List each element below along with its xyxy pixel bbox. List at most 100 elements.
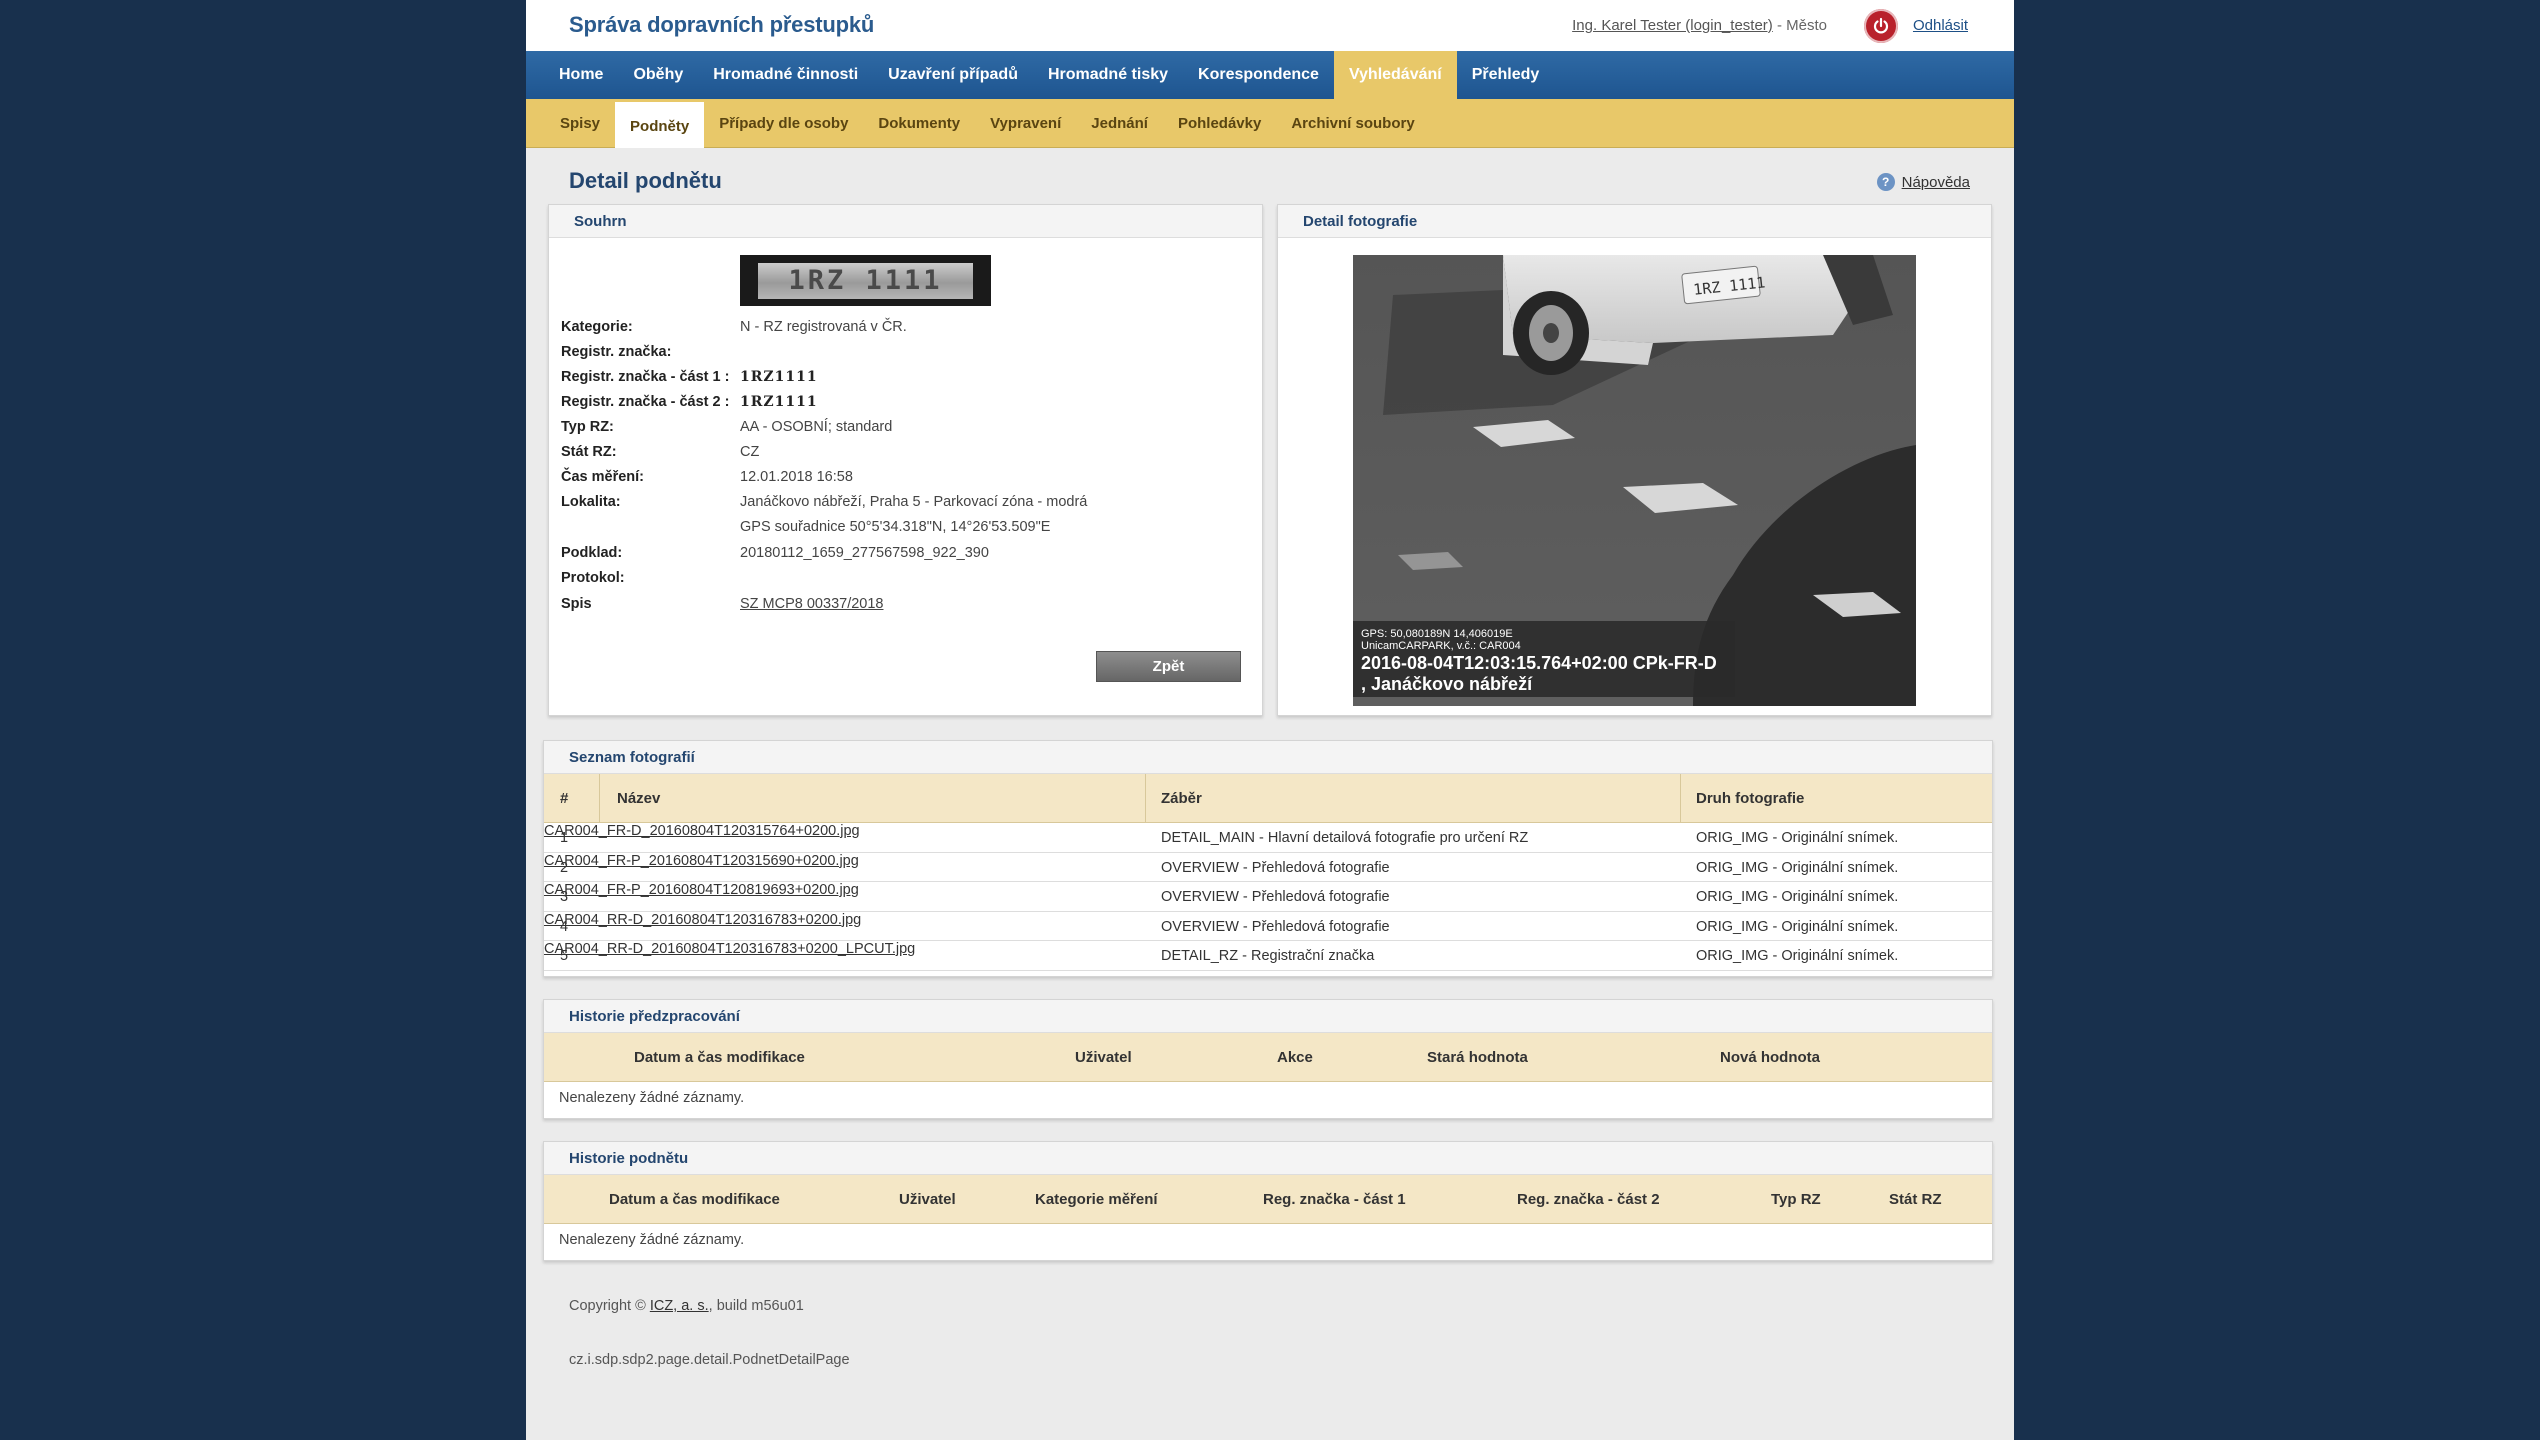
- subnav-vypraveni[interactable]: Vypravení: [975, 99, 1076, 148]
- main-nav: Home Oběhy Hromadné činnosti Uzavření př…: [526, 51, 2014, 99]
- summary-field-label: Registr. značka - část 1 :: [561, 369, 730, 385]
- back-button[interactable]: Zpět: [1096, 651, 1241, 682]
- photo-file-link[interactable]: CAR004_FR-D_20160804T120315764+0200.jpg: [544, 823, 860, 839]
- table-row: 3 CAR004_FR-P_20160804T120819693+0200.jpg…: [544, 882, 1992, 912]
- preprocessing-history-title: Historie předzpracování: [544, 1000, 1992, 1033]
- row-shot: OVERVIEW - Přehledová fotografie: [1161, 918, 1390, 935]
- report-history-title: Historie podnětu: [544, 1142, 1992, 1175]
- summary-field-label: Protokol:: [561, 570, 625, 586]
- preprocessing-history-header: Datum a čas modifikace Uživatel Akce Sta…: [544, 1033, 1992, 1082]
- photo-list-panel: Seznam fotografií # Název Záběr Druh fot…: [543, 740, 1993, 977]
- photo-list-title: Seznam fotografií: [544, 741, 1992, 774]
- help-icon[interactable]: ?: [1876, 173, 1895, 191]
- subnav-pohledavky[interactable]: Pohledávky: [1163, 99, 1276, 148]
- row-kind: ORIG_IMG - Originální snímek.: [1696, 859, 1899, 876]
- summary-panel: Souhrn 1RZ 1111 Kategorie: N - RZ registr…: [548, 204, 1263, 716]
- row-kind: ORIG_IMG - Originální snímek.: [1696, 918, 1899, 935]
- row-kind: ORIG_IMG - Originální snímek.: [1696, 830, 1899, 846]
- nav-vyhledavani[interactable]: Vyhledávání: [1333, 51, 1457, 99]
- summary-field-label: Typ RZ:: [561, 419, 614, 435]
- subnav-pripady-dle-osoby[interactable]: Případy dle osoby: [704, 99, 863, 148]
- summary-field-value: 12.01.2018 16:58: [740, 469, 853, 485]
- vehicle-photo-drawing: 1RZ 1111 GPS: 50,080189N 14,406019E Unic…: [1353, 255, 1916, 706]
- app-title[interactable]: Správa dopravních přestupků: [569, 12, 874, 38]
- nav-obehy[interactable]: Oběhy: [618, 51, 698, 99]
- col-new-value: Nová hodnota: [1720, 1049, 1820, 1066]
- row-shot: OVERVIEW - Přehledová fotografie: [1161, 889, 1390, 905]
- summary-field-label: Registr. značka - část 2 :: [561, 394, 730, 410]
- case-file-link[interactable]: SZ MCP8 00337/2018: [740, 596, 883, 612]
- row-kind: ORIG_IMG - Originální snímek.: [1696, 889, 1899, 905]
- summary-field-value: 1RZ1111: [740, 369, 818, 385]
- summary-field-label: Čas měření:: [561, 469, 645, 485]
- page-header: Detail podnětu ? Nápověda: [526, 148, 2014, 203]
- summary-field-value: CZ: [740, 444, 760, 460]
- table-row: 4 CAR004_RR-D_20160804T120316783+0200.jpg…: [544, 912, 1992, 941]
- preprocessing-history-panel: Historie předzpracování Datum a čas modi…: [543, 999, 1993, 1119]
- summary-field-label: Lokalita:: [561, 494, 621, 510]
- user-scope: Město: [1786, 17, 1827, 34]
- photo-file-link[interactable]: CAR004_RR-D_20160804T120316783+0200_LPCU…: [544, 941, 915, 957]
- summary-field-label: Registr. značka:: [561, 344, 672, 360]
- nav-prehledy[interactable]: Přehledy: [1457, 51, 1555, 99]
- footer-copyright: Copyright © ICZ, a. s., build m56u01: [569, 1298, 804, 1314]
- summary-field-value: 20180112_1659_277567598_922_390: [740, 545, 989, 561]
- photo-file-link[interactable]: CAR004_RR-D_20160804T120316783+0200.jpg: [544, 912, 861, 928]
- row-number: 4: [560, 918, 569, 935]
- help-label[interactable]: Nápověda: [1902, 174, 1970, 191]
- col-modified: Datum a čas modifikace: [609, 1191, 780, 1208]
- user-link[interactable]: Ing. Karel Tester (login_tester): [1572, 17, 1773, 34]
- table-row: 2 CAR004_FR-P_20160804T120315690+0200.jpg…: [544, 853, 1992, 882]
- col-plate-part-2: Reg. značka - část 2: [1517, 1191, 1660, 1208]
- page-title: Detail podnětu: [569, 168, 722, 193]
- row-number: 2: [560, 859, 569, 876]
- col-kind: Druh fotografie: [1696, 790, 1805, 807]
- logout-link[interactable]: Odhlásit: [1913, 17, 1968, 34]
- summary-field-label: Stát RZ:: [561, 444, 617, 460]
- subnav-jednani[interactable]: Jednání: [1076, 99, 1163, 148]
- summary-field-value: N - RZ registrovaná v ČR.: [740, 319, 907, 335]
- report-history-panel: Historie podnětu Datum a čas modifikace …: [543, 1141, 1993, 1261]
- subnav-archivni-soubory[interactable]: Archivní soubory: [1276, 99, 1429, 148]
- col-user: Uživatel: [1075, 1049, 1132, 1066]
- power-icon[interactable]: [1864, 9, 1898, 43]
- row-number: 1: [560, 830, 569, 846]
- nav-hromadne-cinnosti[interactable]: Hromadné činnosti: [698, 51, 873, 99]
- vehicle-photo[interactable]: 1RZ 1111 GPS: 50,080189N 14,406019E Unic…: [1353, 255, 1916, 706]
- col-name: Název: [617, 790, 661, 807]
- sub-nav: Spisy Podněty Případy dle osoby Dokument…: [526, 99, 2014, 148]
- report-history-header: Datum a čas modifikace Uživatel Kategori…: [544, 1175, 1992, 1224]
- page: Správa dopravních přestupků Ing. Karel T…: [526, 0, 2014, 1440]
- company-link[interactable]: ICZ, a. s.: [650, 1298, 709, 1314]
- row-kind: ORIG_IMG - Originální snímek.: [1696, 948, 1899, 964]
- report-history-empty: Nenalezeny žádné záznamy.: [559, 1232, 745, 1248]
- table-row: 1 CAR004_FR-D_20160804T120315764+0200.jpg…: [544, 823, 1992, 853]
- row-shot: DETAIL_RZ - Registrační značka: [1161, 948, 1375, 964]
- col-measurement-category: Kategorie měření: [1035, 1191, 1158, 1208]
- summary-field-label: Spis: [561, 596, 592, 612]
- nav-home[interactable]: Home: [544, 51, 618, 99]
- summary-field-value: Janáčkovo nábřeží, Praha 5 - Parkovací z…: [740, 494, 1088, 510]
- subnav-podnety[interactable]: Podněty: [615, 99, 705, 148]
- subnav-spisy[interactable]: Spisy: [545, 99, 615, 148]
- help-link[interactable]: ? Nápověda: [1876, 173, 1970, 191]
- col-plate-part-1: Reg. značka - část 1: [1263, 1191, 1406, 1208]
- photo-list-header: # Název Záběr Druh fotografie: [544, 774, 1992, 823]
- top-bar: Správa dopravních přestupků Ing. Karel T…: [526, 0, 2014, 51]
- photo-file-link[interactable]: CAR004_FR-P_20160804T120315690+0200.jpg: [544, 853, 859, 869]
- photo-overlay-time: 2016-08-04T12:03:15.764+02:00 CPk-FR-D: [1361, 653, 1717, 673]
- row-number: 3: [560, 889, 569, 905]
- col-action: Akce: [1277, 1049, 1313, 1066]
- preprocessing-history-empty: Nenalezeny žádné záznamy.: [559, 1090, 745, 1106]
- row-shot: DETAIL_MAIN - Hlavní detailová fotografi…: [1161, 830, 1529, 846]
- row-number: 5: [560, 948, 569, 964]
- row-shot: OVERVIEW - Přehledová fotografie: [1161, 859, 1390, 876]
- nav-hromadne-tisky[interactable]: Hromadné tisky: [1033, 51, 1183, 99]
- user-separator: -: [1772, 17, 1787, 34]
- nav-uzavreni-pripadu[interactable]: Uzavření případů: [873, 51, 1033, 99]
- nav-korespondence[interactable]: Korespondence: [1183, 51, 1334, 99]
- subnav-dokumenty[interactable]: Dokumenty: [863, 99, 975, 148]
- photo-file-link[interactable]: CAR004_FR-P_20160804T120819693+0200.jpg: [544, 882, 859, 898]
- photo-overlay-gps: GPS: 50,080189N 14,406019E: [1361, 628, 1513, 640]
- user-info: Ing. Karel Tester (login_tester) - Město: [1572, 17, 1827, 34]
